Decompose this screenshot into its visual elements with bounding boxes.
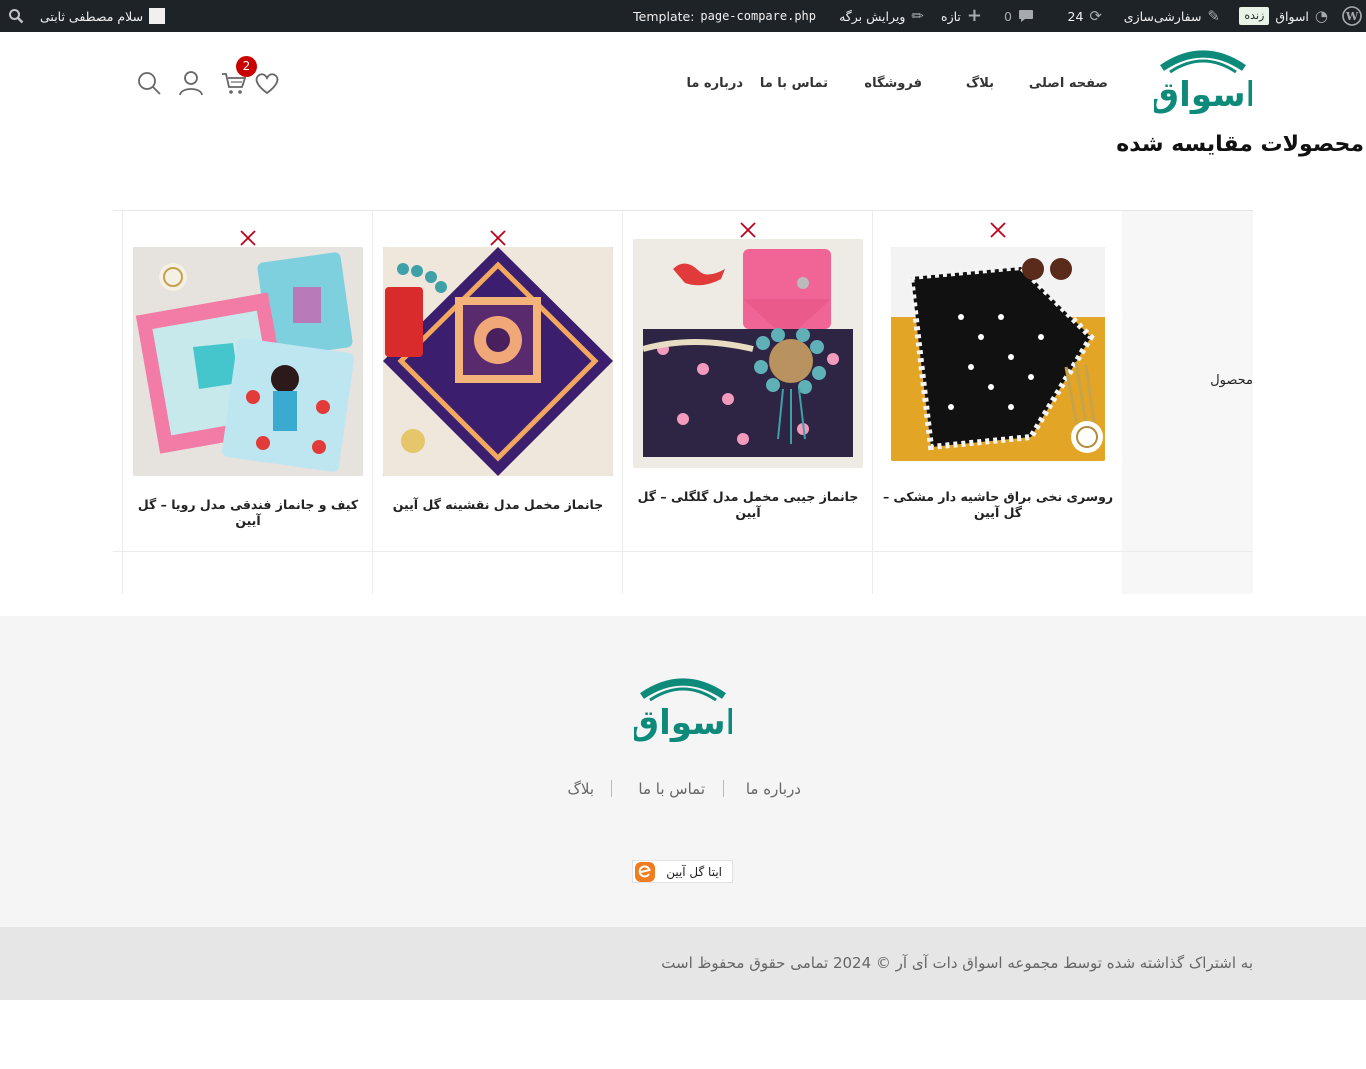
brush-icon: ✎ xyxy=(1207,6,1220,25)
heart-icon[interactable] xyxy=(252,68,282,98)
wordpress-icon: W xyxy=(1342,6,1362,26)
edit-page-link[interactable]: ✏ ویرایش برگه xyxy=(839,0,924,32)
compare-product-cell: کیف و جانماز فندقی مدل رویا – گل آیین xyxy=(122,211,372,594)
comments-link[interactable]: 0 xyxy=(1004,0,1034,32)
nav-home[interactable]: صفحه اصلی xyxy=(1029,76,1108,91)
admin-bar: W ◔ اسواق زنده ✎ سفارشی‌سازی ⟳ 24 0 + تا… xyxy=(0,0,1366,32)
product-image[interactable] xyxy=(383,247,613,476)
search-icon xyxy=(9,9,24,24)
new-content-link[interactable]: + تازه xyxy=(941,0,982,32)
product-image[interactable] xyxy=(133,247,363,476)
compare-product-cell: جانماز جیبی مخمل مدل گلگلی – گل آیین xyxy=(622,211,872,594)
footer-link-divider xyxy=(723,780,724,797)
product-image[interactable] xyxy=(633,239,863,468)
compare-product-cell: روسری نخی براق حاشیه دار مشکی – گل آیین xyxy=(872,211,1122,594)
logo-icon: اسواق xyxy=(1149,50,1257,115)
eita-label: ایتا گل آیین xyxy=(666,864,722,879)
avatar xyxy=(149,8,166,24)
new-label: تازه xyxy=(941,8,961,24)
dashboard-icon: ◔ xyxy=(1314,6,1328,25)
site-logo[interactable]: اسواق xyxy=(1149,46,1257,115)
refresh-icon: ⟳ xyxy=(1089,6,1102,25)
pocket-prayer-mat-image xyxy=(633,239,863,468)
user-account-menu[interactable]: سلام مصطفی ثابتی xyxy=(40,0,166,32)
updates-count: 24 xyxy=(1067,8,1084,24)
eita-channel-button[interactable]: ایتا گل آیین xyxy=(632,860,733,883)
footer-link-divider xyxy=(611,780,612,797)
user-greeting: سلام مصطفی ثابتی xyxy=(40,8,144,24)
row-label-product: محصول xyxy=(1210,373,1253,388)
row-divider xyxy=(113,551,1253,552)
template-label: Template: xyxy=(633,8,695,24)
velvet-prayer-mat-image xyxy=(383,247,613,476)
site-header: اسواق صفحه اصلی بلاگ فروشگاه تماس با ما … xyxy=(0,32,1366,132)
remove-icon[interactable] xyxy=(988,220,1008,240)
admin-search-button[interactable] xyxy=(8,0,24,32)
product-name[interactable]: روسری نخی براق حاشیه دار مشکی – گل آیین xyxy=(881,489,1115,521)
remove-icon[interactable] xyxy=(488,228,508,248)
svg-text:W: W xyxy=(1345,10,1359,23)
page-title: محصولات مقایسه شده xyxy=(1116,132,1364,157)
footer-logo[interactable]: اسواق xyxy=(629,674,737,743)
nav-about[interactable]: درباره ما xyxy=(686,76,743,91)
footer-logo-text: اسواق xyxy=(634,703,732,742)
customize-link[interactable]: ✎ سفارشی‌سازی xyxy=(1124,0,1220,32)
footer-link-contact[interactable]: تماس با ما xyxy=(638,780,705,798)
logo-icon: اسواق xyxy=(629,678,737,743)
logo-text: اسواق xyxy=(1154,75,1252,114)
footer-link-about[interactable]: درباره ما xyxy=(746,780,801,798)
footer-link-blog[interactable]: بلاگ xyxy=(567,780,594,798)
remove-icon[interactable] xyxy=(738,220,758,240)
nav-shop[interactable]: فروشگاه xyxy=(864,76,922,91)
customize-label: سفارشی‌سازی xyxy=(1123,8,1202,24)
eita-icon xyxy=(635,861,655,882)
comment-icon xyxy=(1019,10,1033,22)
product-name[interactable]: جانماز مخمل مدل نقشینه گل آیین xyxy=(381,497,615,513)
edit-page-label: ویرایش برگه xyxy=(839,8,906,24)
product-name[interactable]: کیف و جانماز فندقی مدل رویا – گل آیین xyxy=(131,497,365,529)
copyright-text: به اشتراک گذاشته شده توسط مجموعه اسواق د… xyxy=(661,954,1253,972)
compare-label-column: محصول xyxy=(1122,211,1253,594)
site-name: اسواق xyxy=(1275,8,1309,24)
remove-icon[interactable] xyxy=(238,228,258,248)
product-image[interactable] xyxy=(891,247,1105,461)
live-badge: زنده xyxy=(1239,7,1270,25)
search-icon[interactable] xyxy=(134,68,164,98)
copyright-bar: به اشتراک گذاشته شده توسط مجموعه اسواق د… xyxy=(0,927,1366,1000)
site-name-menu[interactable]: ◔ اسواق زنده xyxy=(1239,0,1328,32)
plus-icon: + xyxy=(966,5,982,26)
compare-product-cell: جانماز مخمل مدل نقشینه گل آیین xyxy=(372,211,622,594)
nav-contact[interactable]: تماس با ما xyxy=(760,76,828,91)
updates-link[interactable]: ⟳ 24 xyxy=(1068,0,1102,32)
comments-count: 0 xyxy=(1004,8,1012,24)
site-footer: اسواق درباره ما تماس با ما بلاگ ایتا گل … xyxy=(0,616,1366,927)
template-info[interactable]: Template: page-compare.php xyxy=(633,0,816,32)
pencil-icon: ✏ xyxy=(911,6,924,25)
nav-blog[interactable]: بلاگ xyxy=(966,76,994,91)
bag-prayer-mat-image xyxy=(133,247,363,476)
user-icon[interactable] xyxy=(176,68,206,98)
cart-count-badge: 2 xyxy=(236,56,257,77)
compare-table: محصول روسری نخی براق حاشیه دار مشکی – گل… xyxy=(113,210,1253,594)
template-file: page-compare.php xyxy=(700,9,816,23)
wordpress-logo-button[interactable]: W xyxy=(1342,0,1362,32)
scarf-image xyxy=(891,247,1105,461)
product-name[interactable]: جانماز جیبی مخمل مدل گلگلی – گل آیین xyxy=(631,489,865,521)
